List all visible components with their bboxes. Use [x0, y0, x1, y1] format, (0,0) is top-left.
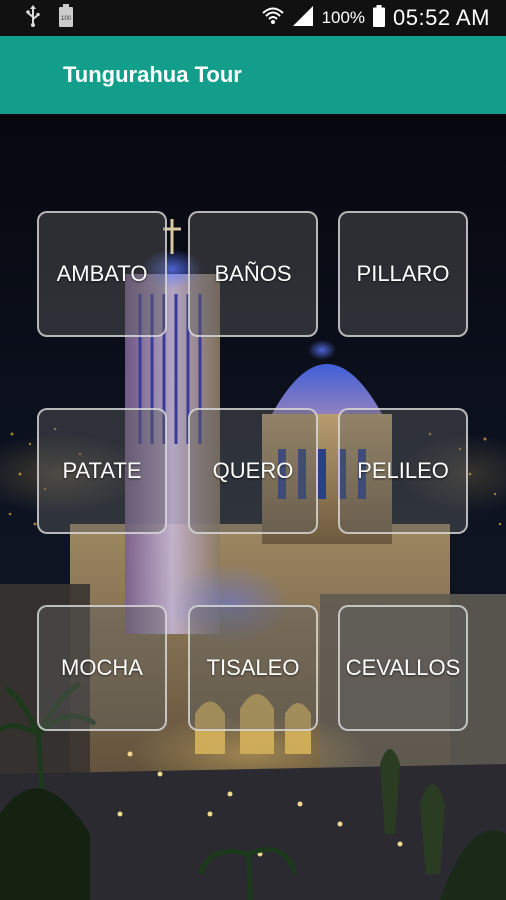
tile-pillaro[interactable]: PILLARO — [338, 211, 468, 337]
battery-icon — [373, 4, 386, 32]
tile-quero[interactable]: QUERO — [188, 408, 318, 534]
tile-ambato[interactable]: AMBATO — [37, 211, 167, 337]
signal-icon — [292, 5, 314, 32]
app-title: Tungurahua Tour — [63, 62, 242, 87]
tile-pelileo[interactable]: PELILEO — [338, 408, 468, 534]
battery-percent: 100% — [321, 8, 366, 27]
tile-mocha[interactable]: MOCHA — [37, 605, 167, 731]
tile-cevallos[interactable]: CEVALLOS — [338, 605, 468, 731]
status-bar: 100 100% 05:52 AM — [0, 0, 506, 36]
clock: 05:52 AM — [393, 5, 490, 30]
wifi-icon — [261, 6, 284, 31]
battery-small-label: 100 — [61, 16, 72, 22]
tile-patate[interactable]: PATATE — [37, 408, 167, 534]
battery-status-icon: 100 — [58, 3, 74, 33]
tile-banos[interactable]: BAÑOS — [188, 211, 318, 337]
tile-tisaleo[interactable]: TISALEO — [188, 605, 318, 731]
app-bar: Tungurahua Tour — [0, 36, 506, 114]
usb-icon — [26, 4, 40, 32]
